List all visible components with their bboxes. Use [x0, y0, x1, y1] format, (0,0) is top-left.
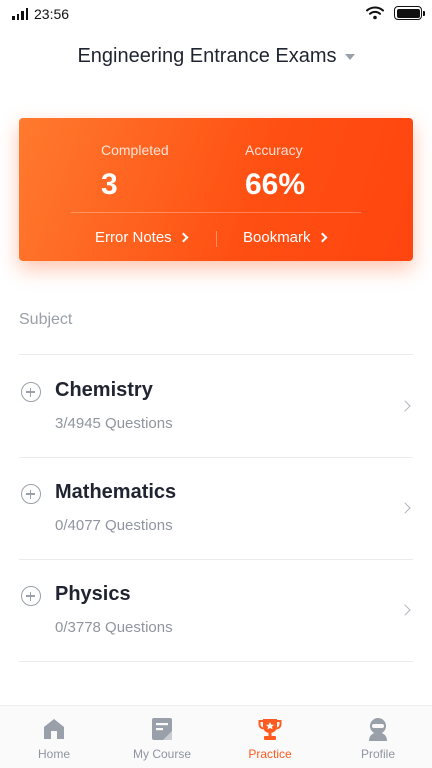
card-divider — [71, 212, 361, 213]
divider — [19, 661, 413, 662]
bookmark-link[interactable]: Bookmark — [243, 229, 327, 246]
completed-label: Completed — [101, 142, 169, 158]
error-notes-label: Error Notes — [95, 229, 172, 246]
wifi-icon — [366, 6, 384, 20]
status-left: 23:56 — [12, 6, 69, 22]
profile-icon — [369, 718, 387, 741]
tab-my-course[interactable]: My Course — [108, 706, 216, 768]
signal-icon — [12, 8, 28, 20]
section-label: Subject — [19, 311, 73, 328]
subject-name: Physics — [55, 583, 131, 605]
tab-label: Practice — [248, 747, 292, 761]
subject-name: Mathematics — [55, 481, 177, 503]
battery-icon — [394, 6, 425, 20]
course-icon — [152, 718, 172, 740]
chevron-right-icon — [399, 400, 411, 412]
home-icon — [44, 719, 64, 739]
subject-count: 3/4945 Questions — [55, 415, 173, 432]
accuracy-stat: Accuracy 66% — [245, 142, 305, 202]
subject-count: 0/3778 Questions — [55, 619, 173, 636]
stats-card: Completed 3 Accuracy 66% Error Notes Boo… — [19, 118, 413, 261]
completed-value: 3 — [101, 168, 118, 201]
tab-label: Profile — [360, 747, 395, 761]
link-separator — [216, 231, 217, 247]
bookmark-label: Bookmark — [243, 229, 311, 246]
bottom-tab-bar: Home My Course Practice Profile — [0, 705, 432, 768]
plus-circle-icon[interactable] — [21, 586, 41, 606]
tab-label: My Course — [132, 747, 191, 761]
status-time: 23:56 — [34, 6, 70, 22]
caret-down-icon — [344, 54, 355, 60]
subject-row-chemistry[interactable]: Chemistry 3/4945 Questions — [0, 355, 432, 457]
chevron-right-icon — [317, 232, 327, 243]
subject-name: Chemistry — [55, 379, 153, 401]
tab-label: Home — [37, 747, 70, 761]
chevron-right-icon — [178, 232, 189, 243]
status-bar: 23:56 — [0, 0, 432, 30]
accuracy-label: Accuracy — [245, 142, 303, 158]
page-title: Engineering Entrance Exams — [77, 44, 337, 67]
error-notes-link[interactable]: Error Notes — [95, 229, 189, 246]
status-right — [366, 6, 425, 20]
completed-stat: Completed 3 — [101, 142, 169, 202]
battery-level — [396, 8, 420, 18]
tab-profile[interactable]: Profile — [324, 706, 432, 768]
chevron-right-icon — [399, 502, 411, 514]
tab-home[interactable]: Home — [0, 706, 108, 768]
accuracy-value: 66% — [245, 168, 306, 201]
exam-selector[interactable]: Engineering Entrance Exams — [0, 40, 432, 72]
subject-row-physics[interactable]: Physics 0/3778 Questions — [0, 560, 432, 662]
tab-practice[interactable]: Practice — [216, 706, 324, 768]
chevron-right-icon — [399, 604, 411, 616]
subject-row-mathematics[interactable]: Mathematics 0/4077 Questions — [0, 458, 432, 560]
subject-count: 0/4077 Questions — [55, 517, 173, 534]
plus-circle-icon[interactable] — [21, 382, 41, 402]
plus-circle-icon[interactable] — [21, 484, 41, 504]
trophy-icon — [258, 719, 282, 740]
